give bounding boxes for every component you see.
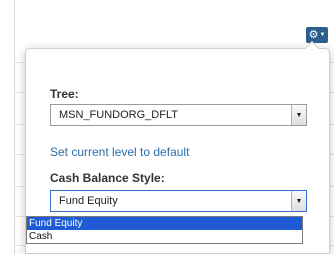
dropdown-option-cash[interactable]: Cash	[27, 230, 302, 243]
cash-balance-select-arrow-icon[interactable]: ▼	[291, 191, 306, 211]
cash-balance-select-value: Fund Equity	[59, 195, 118, 207]
reset-to-default-link[interactable]: Set current level to default	[50, 145, 189, 159]
gear-icon: ⚙	[308, 28, 319, 41]
tree-select-value: MSN_FUNDORG_DFLT	[59, 109, 178, 121]
tree-select-arrow-icon[interactable]: ▼	[291, 105, 306, 125]
cash-balance-dropdown-list: Fund Equity Cash	[26, 216, 303, 244]
tree-select[interactable]: MSN_FUNDORG_DFLT ▼	[50, 104, 307, 126]
dropdown-option-fund-equity[interactable]: Fund Equity	[27, 217, 302, 230]
caret-down-icon: ▼	[319, 32, 326, 38]
cash-balance-select[interactable]: Fund Equity ▼	[50, 190, 307, 212]
tree-label: Tree:	[50, 87, 79, 101]
settings-menu-button[interactable]: ⚙ ▼	[306, 27, 328, 43]
cash-balance-label: Cash Balance Style:	[50, 171, 165, 185]
